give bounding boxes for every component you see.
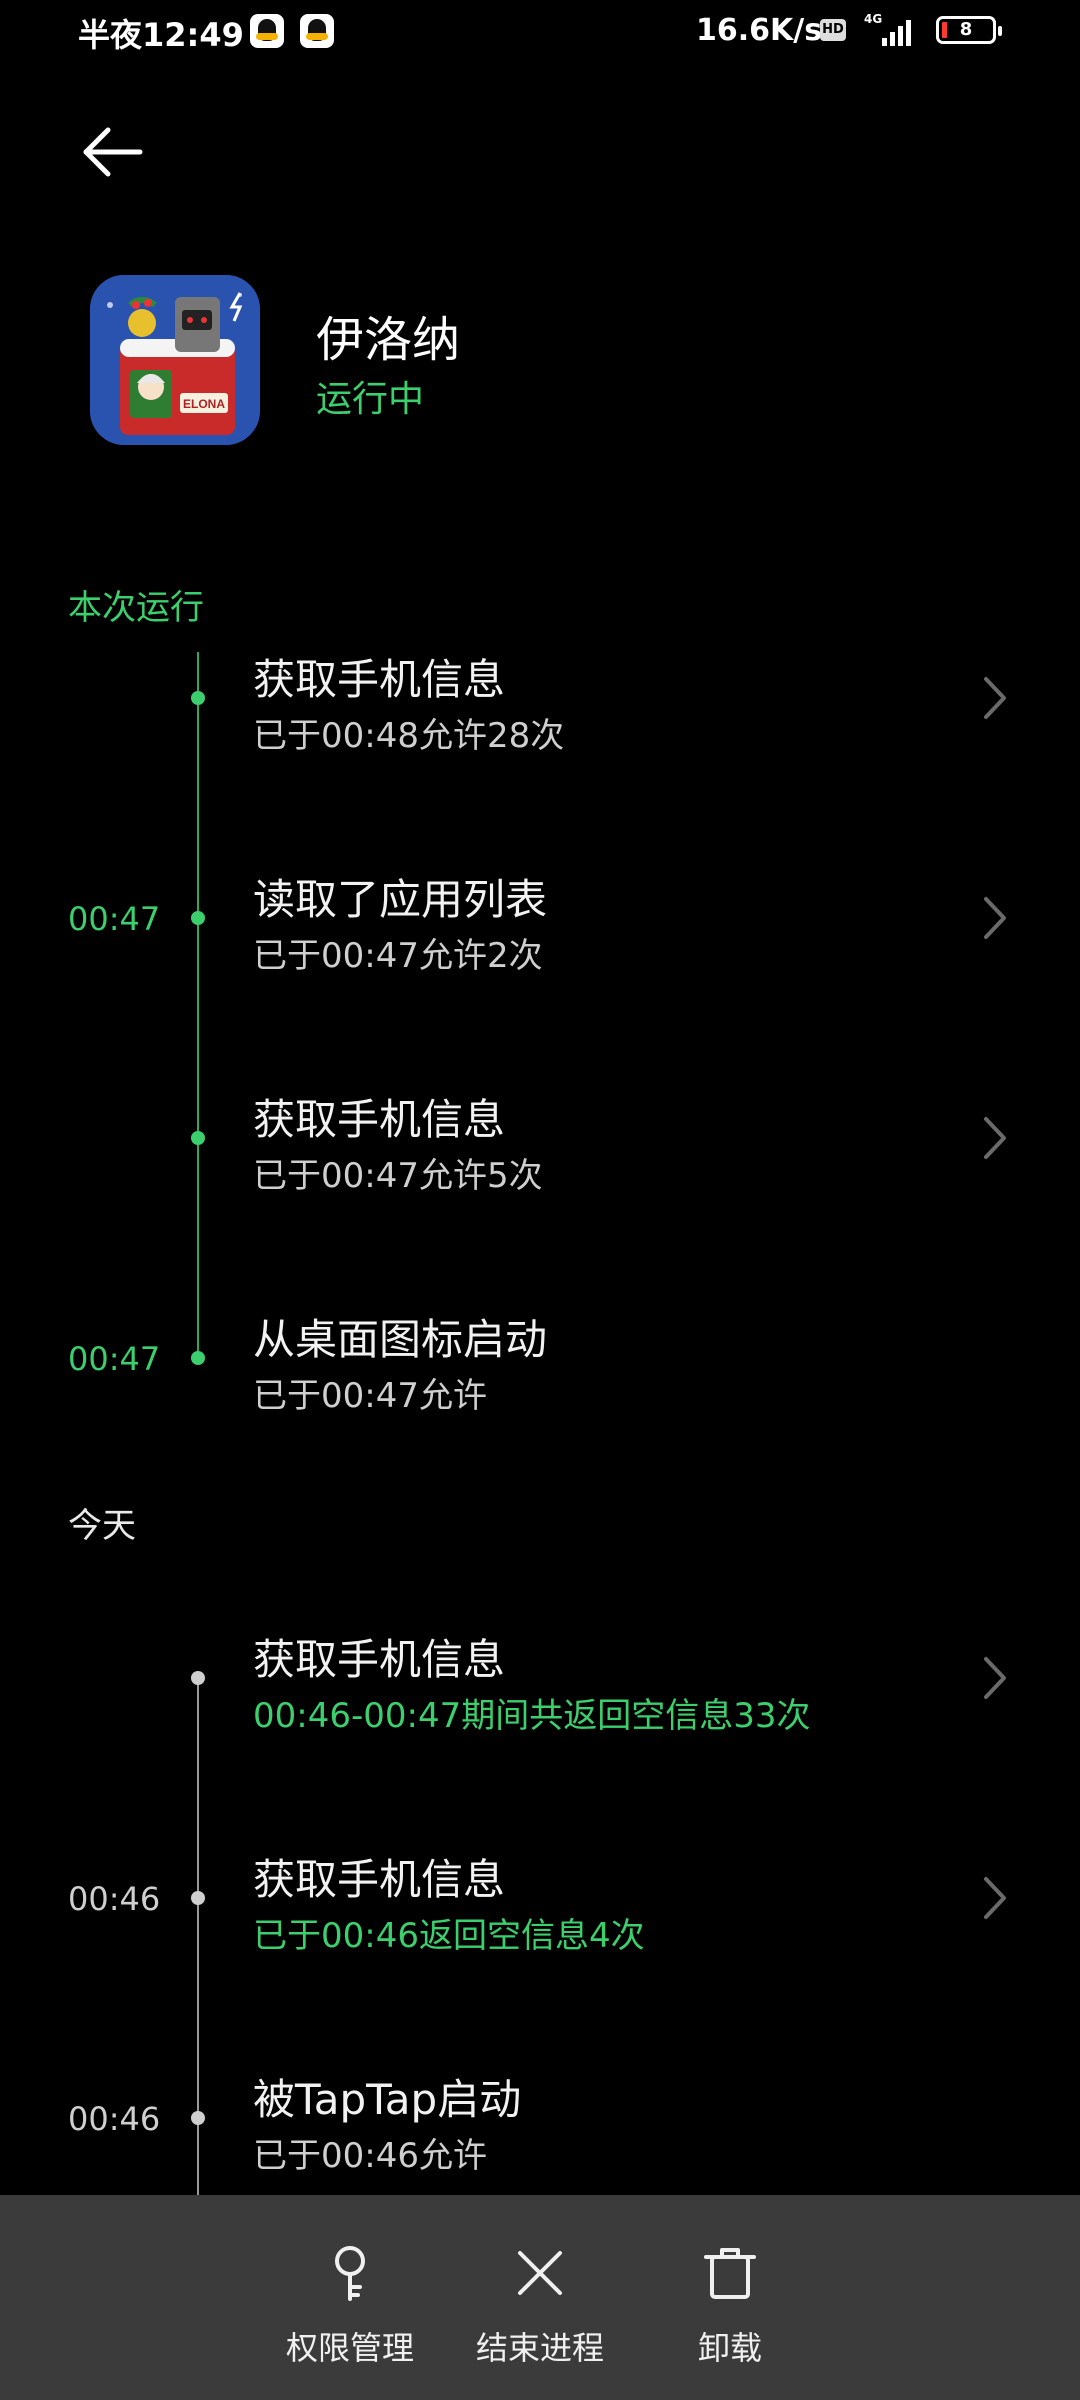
- entry-detail: 已于00:48允许28次: [253, 716, 565, 756]
- timeline-dot: [191, 911, 205, 925]
- entry-detail: 已于00:46允许: [253, 2136, 487, 2176]
- entry-title: 获取手机信息: [253, 1855, 506, 1904]
- bottom-action-bar: 权限管理 结束进程 卸载: [0, 2195, 1080, 2400]
- qq-notification-icon: [250, 14, 284, 48]
- timeline-entry[interactable]: 00:47 读取了应用列表 已于00:47允许2次: [0, 860, 1080, 980]
- uninstall-label: 卸载: [697, 2329, 762, 2367]
- signal-icon: 4G: [860, 10, 920, 50]
- chevron-right-icon: [984, 897, 1006, 939]
- entry-detail: 已于00:46返回空信息4次: [253, 1916, 645, 1956]
- timeline-dot: [191, 691, 205, 705]
- timeline-dot: [191, 1671, 205, 1685]
- entry-title: 获取手机信息: [253, 655, 506, 704]
- entry-title: 从桌面图标启动: [253, 1315, 548, 1364]
- status-time: 半夜12:49: [78, 16, 244, 54]
- battery-icon: 8: [936, 16, 1002, 44]
- qq-notification-icon: [300, 14, 334, 48]
- timeline-dot: [191, 1351, 205, 1365]
- timeline-entry[interactable]: 获取手机信息 已于00:48允许28次: [0, 640, 1080, 760]
- chevron-right-icon: [984, 677, 1006, 719]
- close-icon: [518, 2251, 562, 2295]
- key-icon: [335, 2246, 365, 2301]
- entry-detail: 00:46-00:47期间共返回空信息33次: [253, 1696, 811, 1736]
- app-name: 伊洛纳: [316, 312, 461, 368]
- network-type: 4G: [864, 12, 883, 26]
- timeline-entry: 00:46 被TapTap启动 已于00:46允许: [0, 2060, 1080, 2180]
- entry-time: 00:46: [68, 2100, 161, 2138]
- timeline-entry[interactable]: 获取手机信息 00:46-00:47期间共返回空信息33次: [0, 1620, 1080, 1740]
- entry-detail: 已于00:47允许2次: [253, 936, 543, 976]
- network-speed: 16.6K/s: [696, 13, 823, 48]
- entry-detail: 已于00:47允许: [253, 1376, 487, 1416]
- status-bar: 半夜12:49 16.6K/s HD 4G 8: [0, 0, 1080, 64]
- back-button[interactable]: [78, 122, 158, 192]
- timeline-dot: [191, 1131, 205, 1145]
- app-icon-text: ELONA: [183, 397, 225, 411]
- uninstall-button[interactable]: 卸载: [650, 2195, 810, 2400]
- section-today: 今天: [68, 1506, 136, 1546]
- chevron-right-icon: [984, 1877, 1006, 1919]
- entry-title: 获取手机信息: [253, 1635, 506, 1684]
- end-process-button[interactable]: 结束进程: [460, 2195, 620, 2400]
- battery-level: 8: [959, 19, 973, 40]
- entry-title: 获取手机信息: [253, 1095, 506, 1144]
- timeline-dot: [191, 1891, 205, 1905]
- app-status: 运行中: [316, 379, 425, 420]
- timeline-entry[interactable]: 00:46 获取手机信息 已于00:46返回空信息4次: [0, 1840, 1080, 1960]
- chevron-right-icon: [984, 1657, 1006, 1699]
- end-process-label: 结束进程: [475, 2329, 604, 2367]
- section-current-run: 本次运行: [68, 588, 204, 628]
- timeline-dot: [191, 2111, 205, 2125]
- permission-management-button[interactable]: 权限管理: [270, 2195, 430, 2400]
- app-icon: ELONA: [90, 275, 260, 445]
- timeline-entry[interactable]: 获取手机信息 已于00:47允许5次: [0, 1080, 1080, 1200]
- entry-detail: 已于00:47允许5次: [253, 1156, 543, 1196]
- hd-icon: HD: [820, 19, 846, 41]
- timeline-entry: 00:47 从桌面图标启动 已于00:47允许: [0, 1300, 1080, 1420]
- permission-management-label: 权限管理: [285, 2329, 414, 2367]
- trash-icon: [704, 2248, 756, 2299]
- entry-time: 00:47: [68, 900, 161, 938]
- entry-title: 读取了应用列表: [253, 875, 548, 924]
- arrow-left-icon: [83, 127, 143, 177]
- entry-time: 00:47: [68, 1340, 161, 1378]
- entry-title: 被TapTap启动: [253, 2075, 522, 2124]
- entry-time: 00:46: [68, 1880, 161, 1918]
- chevron-right-icon: [984, 1117, 1006, 1159]
